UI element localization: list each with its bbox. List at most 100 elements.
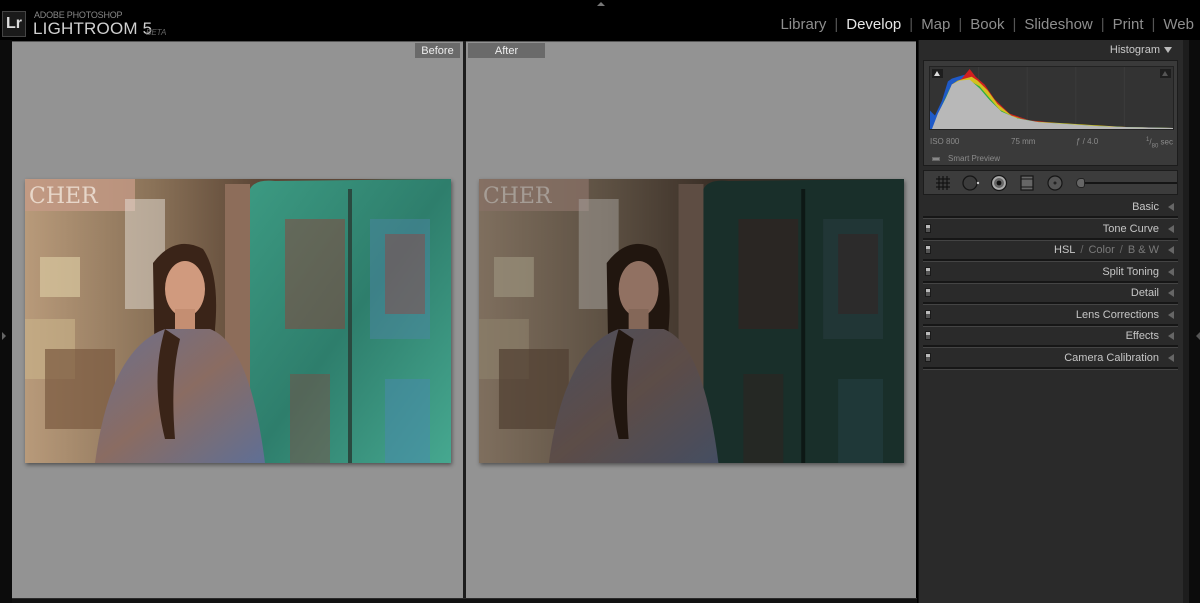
- module-picker: Library | Develop | Map | Book | Slidesh…: [780, 16, 1194, 33]
- adjustment-brush-tool[interactable]: [1076, 177, 1177, 189]
- panel-toggle-switch[interactable]: [925, 331, 931, 340]
- collapse-triangle-icon[interactable]: [1164, 47, 1172, 54]
- panel-lens-corrections[interactable]: Lens Corrections: [921, 305, 1182, 327]
- shutter-unit: sec: [1160, 137, 1173, 147]
- right-panel-collapse-arrow-icon[interactable]: [1196, 332, 1200, 340]
- app-name: LIGHTROOM 5: [33, 19, 153, 38]
- module-develop[interactable]: Develop: [846, 16, 901, 33]
- panel-basic[interactable]: Basic: [921, 197, 1182, 219]
- highlight-clipping-toggle-icon[interactable]: [1160, 69, 1171, 78]
- module-map[interactable]: Map: [921, 16, 950, 33]
- smart-preview-status[interactable]: Smart Preview: [932, 154, 1000, 163]
- expand-triangle-icon: [1168, 268, 1174, 276]
- expand-triangle-icon: [1168, 203, 1174, 211]
- radial-filter-tool[interactable]: [1046, 174, 1064, 192]
- panel-hsl-color-bw[interactable]: HSL / Color / B & W: [921, 240, 1182, 262]
- app-edition: BETA: [146, 28, 167, 37]
- photo-sign-text: CHER: [483, 184, 553, 209]
- tool-strip: [923, 170, 1178, 195]
- module-separator: |: [909, 16, 914, 33]
- after-photo[interactable]: CHER: [479, 179, 904, 463]
- panel-camera-calibration-label: Camera Calibration: [1064, 352, 1159, 364]
- panel-split-toning-label: Split Toning: [1102, 266, 1159, 278]
- panel-effects[interactable]: Effects: [921, 326, 1182, 348]
- smart-preview-label: Smart Preview: [948, 154, 1001, 163]
- module-library[interactable]: Library: [780, 16, 826, 33]
- tab-hsl[interactable]: HSL: [1054, 244, 1075, 256]
- expand-triangle-icon: [1168, 289, 1174, 297]
- tab-separator: /: [1119, 244, 1123, 256]
- left-panel-expand-arrow-icon[interactable]: [2, 332, 6, 340]
- histogram-graph[interactable]: [929, 66, 1174, 130]
- panel-detail[interactable]: Detail: [921, 283, 1182, 305]
- module-separator: |: [1100, 16, 1105, 33]
- red-eye-icon: [990, 174, 1008, 191]
- spot-removal-tool[interactable]: [962, 174, 980, 192]
- right-panel-edge: [1189, 40, 1200, 603]
- portrait-photo-image: CHER: [25, 179, 451, 463]
- module-web[interactable]: Web: [1163, 16, 1194, 33]
- panel-basic-label: Basic: [1132, 201, 1159, 213]
- smart-preview-icon: [932, 156, 940, 161]
- photo-sign-text: CHER: [29, 184, 99, 209]
- panel-tone-curve[interactable]: Tone Curve: [921, 219, 1182, 241]
- radial-filter-icon: [1047, 174, 1063, 191]
- panel-effects-label: Effects: [1125, 330, 1159, 342]
- exif-iso: ISO 800: [930, 137, 960, 146]
- crop-grid-icon: [936, 175, 950, 190]
- histogram-header[interactable]: Histogram: [919, 44, 1182, 56]
- module-print[interactable]: Print: [1113, 16, 1144, 33]
- shutter-numerator: 1: [1146, 137, 1150, 143]
- panel-toggle-switch[interactable]: [925, 310, 931, 319]
- exif-aperture: ƒ / 4.0: [1076, 137, 1099, 146]
- panel-lens-corrections-label: Lens Corrections: [1075, 309, 1159, 321]
- expand-triangle-icon: [1168, 332, 1174, 340]
- tab-color[interactable]: Color: [1088, 244, 1114, 256]
- module-separator: |: [1151, 16, 1156, 33]
- panel-detail-label: Detail: [1130, 287, 1159, 299]
- histogram-title: Histogram: [1109, 44, 1160, 56]
- shutter-denominator: 80: [1151, 143, 1159, 150]
- expand-triangle-icon: [1168, 225, 1174, 233]
- exif-focal-length: 75 mm: [1011, 137, 1036, 146]
- crop-overlay-tool[interactable]: [934, 174, 952, 192]
- module-separator: |: [958, 16, 963, 33]
- module-separator: |: [1012, 16, 1017, 33]
- panel-toggle-switch[interactable]: [925, 353, 931, 362]
- filmstrip-collapsed: [12, 598, 917, 603]
- panel-toggle-switch[interactable]: [925, 224, 931, 233]
- expand-triangle-icon: [1168, 354, 1174, 362]
- graduated-filter-icon: [1020, 174, 1034, 191]
- brush-slider-track: [1080, 181, 1177, 184]
- red-eye-tool[interactable]: [990, 174, 1008, 192]
- spot-removal-icon: [962, 174, 980, 191]
- top-panel-collapse-arrow-icon[interactable]: [597, 2, 605, 6]
- after-label: After: [468, 43, 545, 58]
- tab-bw[interactable]: B & W: [1128, 244, 1159, 256]
- histogram-svg: [930, 67, 1173, 129]
- tab-separator: /: [1080, 244, 1084, 256]
- graduated-filter-tool[interactable]: [1018, 174, 1036, 192]
- panel-toggle-switch[interactable]: [925, 267, 931, 276]
- portrait-photo-image: CHER: [479, 179, 904, 463]
- expand-triangle-icon: [1168, 311, 1174, 319]
- panel-split-toning[interactable]: Split Toning: [921, 262, 1182, 284]
- module-separator: |: [834, 16, 839, 33]
- histogram-panel: ISO 800 75 mm ƒ / 4.0 1/80 sec Smart Pre…: [923, 60, 1178, 166]
- panel-toggle-switch[interactable]: [925, 245, 931, 254]
- before-photo[interactable]: CHER: [25, 179, 451, 463]
- module-book[interactable]: Book: [970, 16, 1004, 33]
- develop-right-panel: Histogram ISO 800 75 mm ƒ / 4.0 1/80 sec: [918, 40, 1183, 603]
- module-slideshow[interactable]: Slideshow: [1024, 16, 1092, 33]
- adjustment-brush-icon[interactable]: [1076, 177, 1085, 188]
- left-panel-collapsed: [0, 40, 12, 603]
- top-bar: Lr ADOBE PHOTOSHOP LIGHTROOM 5 BETA Libr…: [0, 0, 1200, 40]
- lightroom-logo: Lr: [2, 11, 26, 37]
- panel-tone-curve-label: Tone Curve: [1102, 223, 1159, 235]
- expand-triangle-icon: [1168, 246, 1174, 254]
- panel-toggle-switch[interactable]: [925, 288, 931, 297]
- histogram-luminance: [931, 79, 1173, 129]
- panel-camera-calibration[interactable]: Camera Calibration: [921, 348, 1182, 370]
- shadow-clipping-toggle-icon[interactable]: [932, 69, 943, 78]
- exif-shutter-speed: 1/80 sec: [1146, 137, 1173, 150]
